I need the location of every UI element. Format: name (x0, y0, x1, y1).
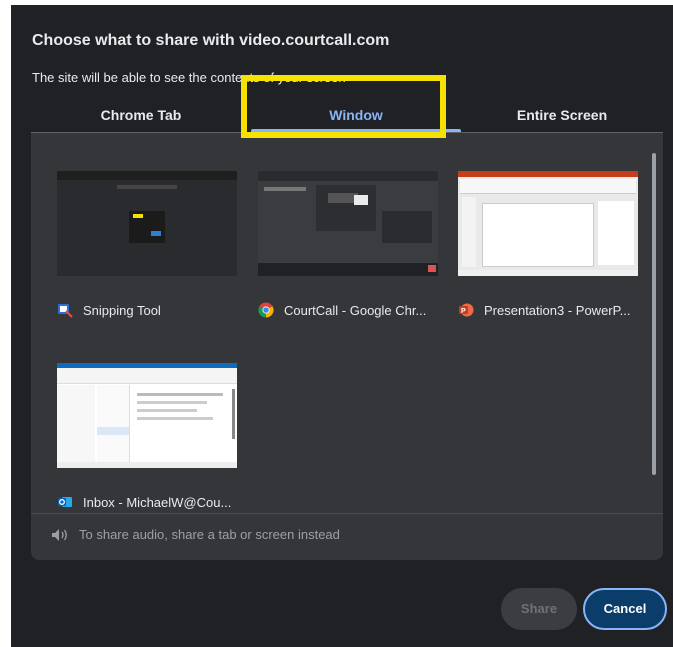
scrollbar[interactable] (652, 153, 656, 475)
speaker-muted-icon (52, 528, 67, 541)
tab-chrome-tab[interactable]: Chrome Tab (31, 98, 251, 132)
window-thumbnail (258, 171, 438, 276)
window-item-courtcall-chrome[interactable]: CourtCall - Google Chr... (258, 171, 438, 336)
window-label: Snipping Tool (83, 302, 161, 318)
window-item-powerpoint[interactable]: P Presentation3 - PowerP... (458, 171, 638, 336)
svg-text:P: P (461, 308, 466, 315)
window-label: CourtCall - Google Chr... (284, 302, 427, 318)
audio-notice-text: To share audio, share a tab or screen in… (79, 527, 340, 542)
window-thumbnail (57, 363, 237, 468)
outlook-icon (58, 497, 72, 507)
window-list-panel: Snipping Tool CourtCall - Google Chr... … (31, 133, 663, 560)
window-label: Inbox - MichaelW@Cou... (83, 494, 232, 510)
powerpoint-icon: P (459, 303, 474, 317)
cancel-button[interactable]: Cancel (583, 588, 667, 630)
window-item-outlook[interactable]: Inbox - MichaelW@Cou... (57, 363, 237, 528)
highlight-annotation (241, 75, 446, 138)
window-grid: Snipping Tool CourtCall - Google Chr... … (31, 133, 641, 513)
window-thumbnail (458, 171, 638, 276)
dialog-title: Choose what to share with video.courtcal… (32, 32, 390, 49)
chrome-icon (258, 302, 274, 318)
audio-divider (31, 513, 663, 514)
share-button[interactable]: Share (501, 588, 577, 630)
window-label: Presentation3 - PowerP... (484, 302, 631, 318)
audio-notice: To share audio, share a tab or screen in… (51, 527, 340, 542)
window-item-snipping-tool[interactable]: Snipping Tool (57, 171, 237, 336)
snipping-tool-icon (58, 304, 73, 318)
tab-entire-screen[interactable]: Entire Screen (461, 98, 663, 132)
window-thumbnail (57, 171, 237, 276)
